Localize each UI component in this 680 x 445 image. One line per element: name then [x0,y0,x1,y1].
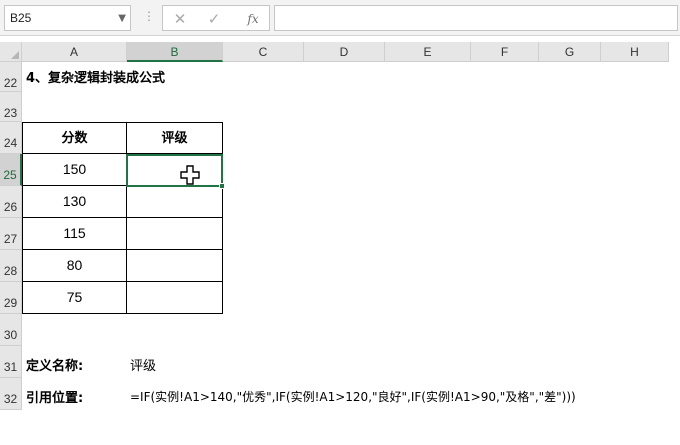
grade-cell[interactable] [127,282,223,314]
reference-formula: =IF(实例!A1>140,"优秀",IF(实例!A1>120,"良好",IF(… [130,390,576,404]
column-header-h[interactable]: H [601,42,669,62]
drag-handle-icon[interactable]: ⋮ [143,9,155,23]
table-header-grade[interactable]: 评级 [127,122,223,154]
score-cell[interactable]: 115 [22,218,127,250]
define-name-label: 定义名称: [26,359,84,374]
name-box-value: B25 [10,11,32,25]
row-header-30[interactable]: 30 [0,314,22,346]
cell-select-cursor-icon [180,165,200,185]
row-header-27[interactable]: 27 [0,218,22,250]
formula-buttons: ✕ ✓ fx [162,5,270,31]
column-header-e[interactable]: E [385,42,471,62]
score-cell[interactable]: 130 [22,186,127,218]
sheet-title: 4、复杂逻辑封装成公式 [26,71,166,86]
row-header-31[interactable]: 31 [0,346,22,378]
grade-cell[interactable] [127,250,223,282]
score-cell[interactable]: 150 [22,154,127,186]
chevron-down-icon[interactable]: ▼ [118,13,126,24]
score-cell[interactable]: 75 [22,282,127,314]
insert-function-icon[interactable]: fx [243,9,263,29]
score-cell[interactable]: 80 [22,250,127,282]
fill-handle[interactable] [219,183,225,189]
column-header-g[interactable]: G [539,42,601,62]
grade-cell[interactable] [127,186,223,218]
select-all-triangle-icon [11,51,19,59]
reference-label: 引用位置: [26,391,84,406]
column-header-d[interactable]: D [304,42,385,62]
table-header-score[interactable]: 分数 [22,122,127,154]
select-all-button[interactable] [0,42,22,62]
column-header-a[interactable]: A [22,42,127,62]
name-box[interactable]: B25 ▼ [4,5,131,31]
row-header-23[interactable]: 23 [0,92,22,122]
row-header-32[interactable]: 32 [0,378,22,410]
row-header-28[interactable]: 28 [0,250,22,282]
active-cell-border[interactable] [126,154,223,187]
cancel-icon[interactable]: ✕ [170,9,190,29]
column-header-f[interactable]: F [471,42,539,62]
enter-icon[interactable]: ✓ [204,9,224,29]
define-name-value: 评级 [130,359,157,374]
grade-cell[interactable] [127,218,223,250]
column-header-b[interactable]: B [127,42,223,62]
row-header-22[interactable]: 22 [0,62,22,92]
row-header-29[interactable]: 29 [0,282,22,314]
column-header-c[interactable]: C [223,42,304,62]
row-header-24[interactable]: 24 [0,122,22,154]
formula-input[interactable] [274,5,678,31]
row-header-25[interactable]: 25 [0,154,22,186]
row-header-26[interactable]: 26 [0,186,22,218]
formula-bar: B25 ▼ ⋮ ✕ ✓ fx [0,0,680,36]
